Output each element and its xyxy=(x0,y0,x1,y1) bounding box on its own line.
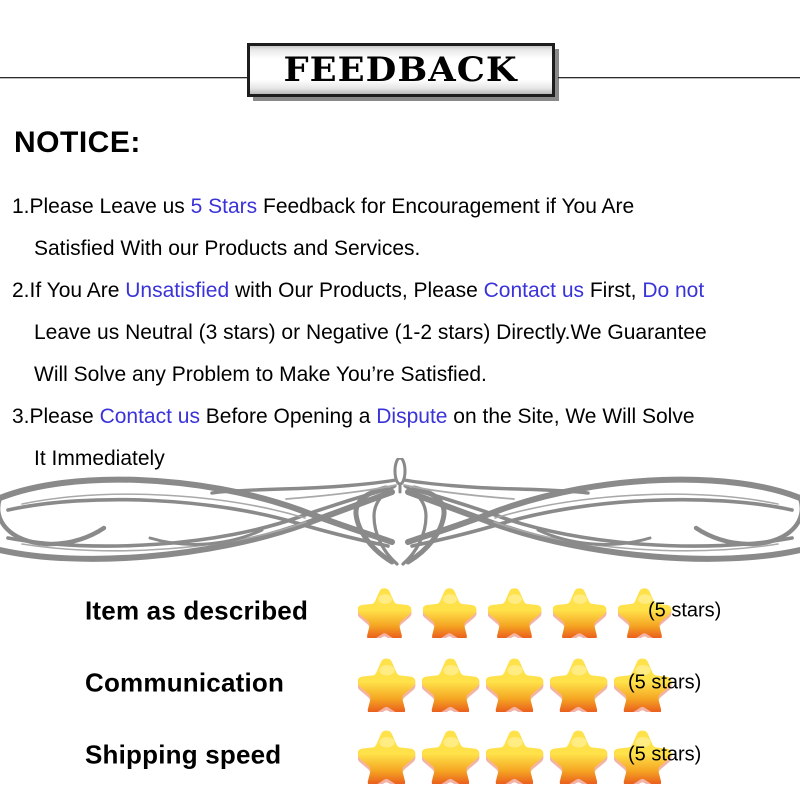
notice-highlight-text: Unsatisfied xyxy=(125,279,230,302)
star-icon xyxy=(358,658,416,712)
notice-highlight-text: Do not xyxy=(642,279,705,302)
star-icon xyxy=(423,588,477,638)
notice-text: with Our Products, Please xyxy=(229,279,484,302)
star-icon xyxy=(553,588,607,638)
notice-highlight-text: Contact us xyxy=(99,405,200,428)
rating-label: Communication xyxy=(85,667,285,698)
notice-line: Leave us Neutral (3 stars) or Negative (… xyxy=(12,312,800,354)
rating-row: Item as described (5 stars) xyxy=(0,575,800,647)
star-icon xyxy=(488,588,542,638)
notice-text: Will Solve any Problem to Make You’re Sa… xyxy=(34,363,487,386)
star-icon xyxy=(486,730,544,784)
rating-row: Communication (5 stars) xyxy=(0,647,800,719)
flourish-divider-icon xyxy=(0,456,800,568)
notice-text: Satisfied With our Products and Services… xyxy=(34,237,421,260)
star-icon xyxy=(358,730,416,784)
notice-text: First, xyxy=(584,279,643,302)
star-rating[interactable] xyxy=(358,726,672,784)
notice-text: Before Opening a xyxy=(199,405,377,428)
star-rating[interactable] xyxy=(358,654,672,712)
rating-summary: Item as described (5 stars) Communication (… xyxy=(0,575,800,791)
star-icon xyxy=(550,730,608,784)
star-icon xyxy=(358,588,412,638)
rating-label: Shipping speed xyxy=(85,739,282,770)
star-icon xyxy=(422,730,480,784)
banner-rule-left xyxy=(0,77,249,79)
rating-count-label: (5 stars) xyxy=(628,671,702,694)
notice-list: 1.Please Leave us 5 Stars Feedback for E… xyxy=(12,186,800,480)
star-icon xyxy=(486,658,544,712)
notice-text: 1.Please Leave us xyxy=(12,195,191,218)
notice-text: on the Site, We Will Solve xyxy=(447,405,695,428)
feedback-title-box: FEEDBACK xyxy=(247,43,555,97)
page-title: NOTICE: xyxy=(14,126,141,159)
star-rating[interactable] xyxy=(358,584,672,638)
star-icon xyxy=(550,658,608,712)
notice-text: Feedback for Encouragement if You Are xyxy=(257,195,635,218)
notice-line: 1.Please Leave us 5 Stars Feedback for E… xyxy=(12,186,800,228)
notice-highlight-text: Dispute xyxy=(376,405,448,428)
notice-line: Will Solve any Problem to Make You’re Sa… xyxy=(12,354,800,396)
notice-highlight-text: 5 Stars xyxy=(190,195,258,218)
banner-rule-right xyxy=(558,77,800,79)
notice-line: 3.Please Contact us Before Opening a Dis… xyxy=(12,396,800,438)
feedback-banner: FEEDBACK xyxy=(0,40,800,102)
notice-text: 2.If You Are xyxy=(12,279,126,302)
notice-highlight-text: Contact us xyxy=(483,279,584,302)
notice-line: Satisfied With our Products and Services… xyxy=(12,228,800,270)
rating-row: Shipping speed (5 stars) xyxy=(0,719,800,791)
rating-count-label: (5 stars) xyxy=(628,743,702,766)
star-icon xyxy=(422,658,480,712)
notice-line: 2.If You Are Unsatisfied with Our Produc… xyxy=(12,270,800,312)
notice-text: 3.Please xyxy=(12,405,100,428)
rating-count-label: (5 stars) xyxy=(648,599,722,622)
feedback-title: FEEDBACK xyxy=(283,50,519,90)
notice-text: Leave us Neutral (3 stars) or Negative (… xyxy=(34,321,707,344)
rating-label: Item as described xyxy=(85,595,309,626)
